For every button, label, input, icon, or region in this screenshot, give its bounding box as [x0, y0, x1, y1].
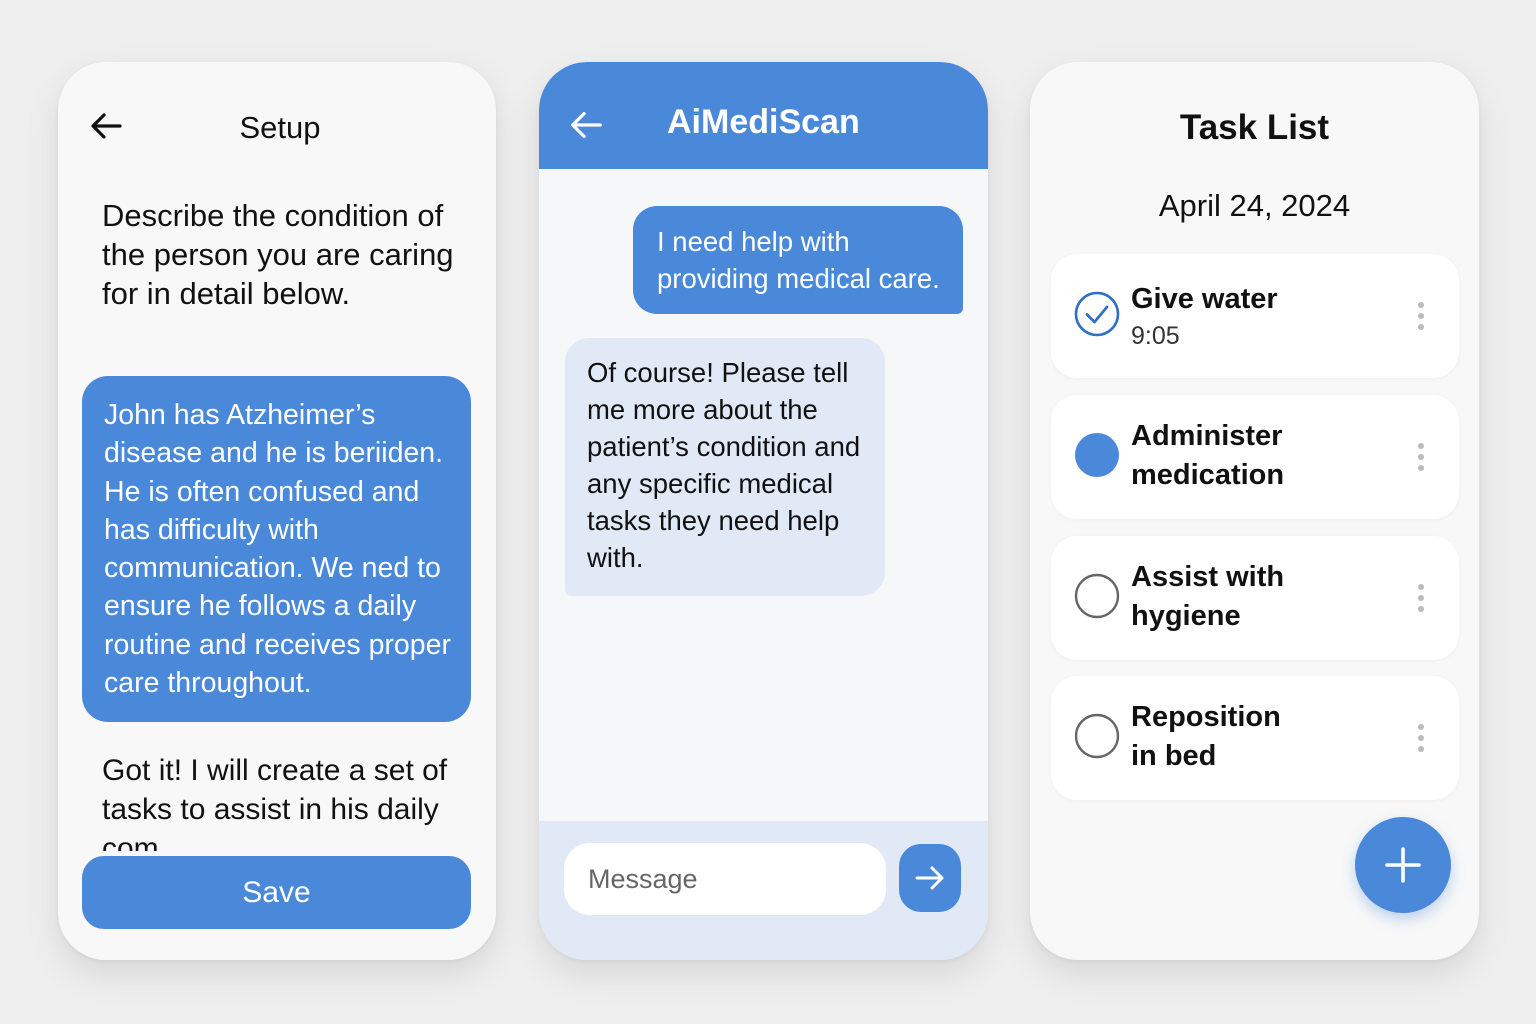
more-options-icon[interactable] — [1415, 302, 1427, 330]
task-item[interactable]: Assist with hygiene — [1051, 536, 1459, 660]
user-message: I need help with providing medical care. — [633, 206, 963, 314]
empty-circle-icon[interactable] — [1074, 713, 1120, 759]
app-title: AiMediScan — [667, 103, 860, 141]
task-label: Assist with hygiene — [1131, 561, 1285, 632]
task-label: Give water — [1131, 283, 1278, 315]
setup-header: Setup — [58, 62, 496, 192]
filled-circle-icon[interactable] — [1074, 432, 1120, 478]
more-options-icon[interactable] — [1415, 724, 1427, 752]
task-date: April 24, 2024 — [1158, 188, 1351, 223]
checked-circle-icon[interactable] — [1074, 291, 1120, 337]
message-input[interactable] — [564, 843, 886, 915]
arrow-right-icon — [915, 866, 944, 890]
task-label: Reposition in bed — [1131, 701, 1281, 772]
bot-message: Of course! Please tell me more about the… — [565, 338, 885, 596]
condition-description-field[interactable]: John has Atzheimer’s disease and he is b… — [82, 376, 471, 722]
task-item[interactable]: Reposition in bed — [1051, 676, 1459, 800]
message-composer — [539, 821, 988, 960]
save-button[interactable]: Save — [82, 856, 471, 929]
chat-header: AiMediScan — [539, 62, 988, 169]
send-button[interactable] — [899, 844, 961, 912]
page-title: Setup — [239, 110, 321, 145]
plus-icon — [1385, 847, 1421, 883]
task-item[interactable]: Administer medication — [1051, 395, 1459, 519]
empty-circle-icon[interactable] — [1074, 573, 1120, 619]
chat-screen: AiMediScan I need help with providing me… — [539, 62, 988, 960]
assistant-reply: Got it! I will create a set of tasks to … — [102, 754, 448, 851]
task-time: 9:05 — [1131, 322, 1180, 350]
task-label: Administer medication — [1131, 420, 1285, 491]
more-options-icon[interactable] — [1415, 584, 1427, 612]
setup-prompt: Describe the condition of the person you… — [102, 198, 454, 311]
back-arrow-icon[interactable] — [567, 106, 605, 144]
task-item[interactable]: Give water 9:05 — [1051, 254, 1459, 378]
add-task-button[interactable] — [1355, 817, 1451, 913]
setup-screen: Setup Describe the condition of the pers… — [58, 62, 496, 960]
page-title: Task List — [1179, 108, 1330, 147]
task-list-screen: Task List April 24, 2024 Give water 9:05… — [1030, 62, 1479, 960]
more-options-icon[interactable] — [1415, 443, 1427, 471]
